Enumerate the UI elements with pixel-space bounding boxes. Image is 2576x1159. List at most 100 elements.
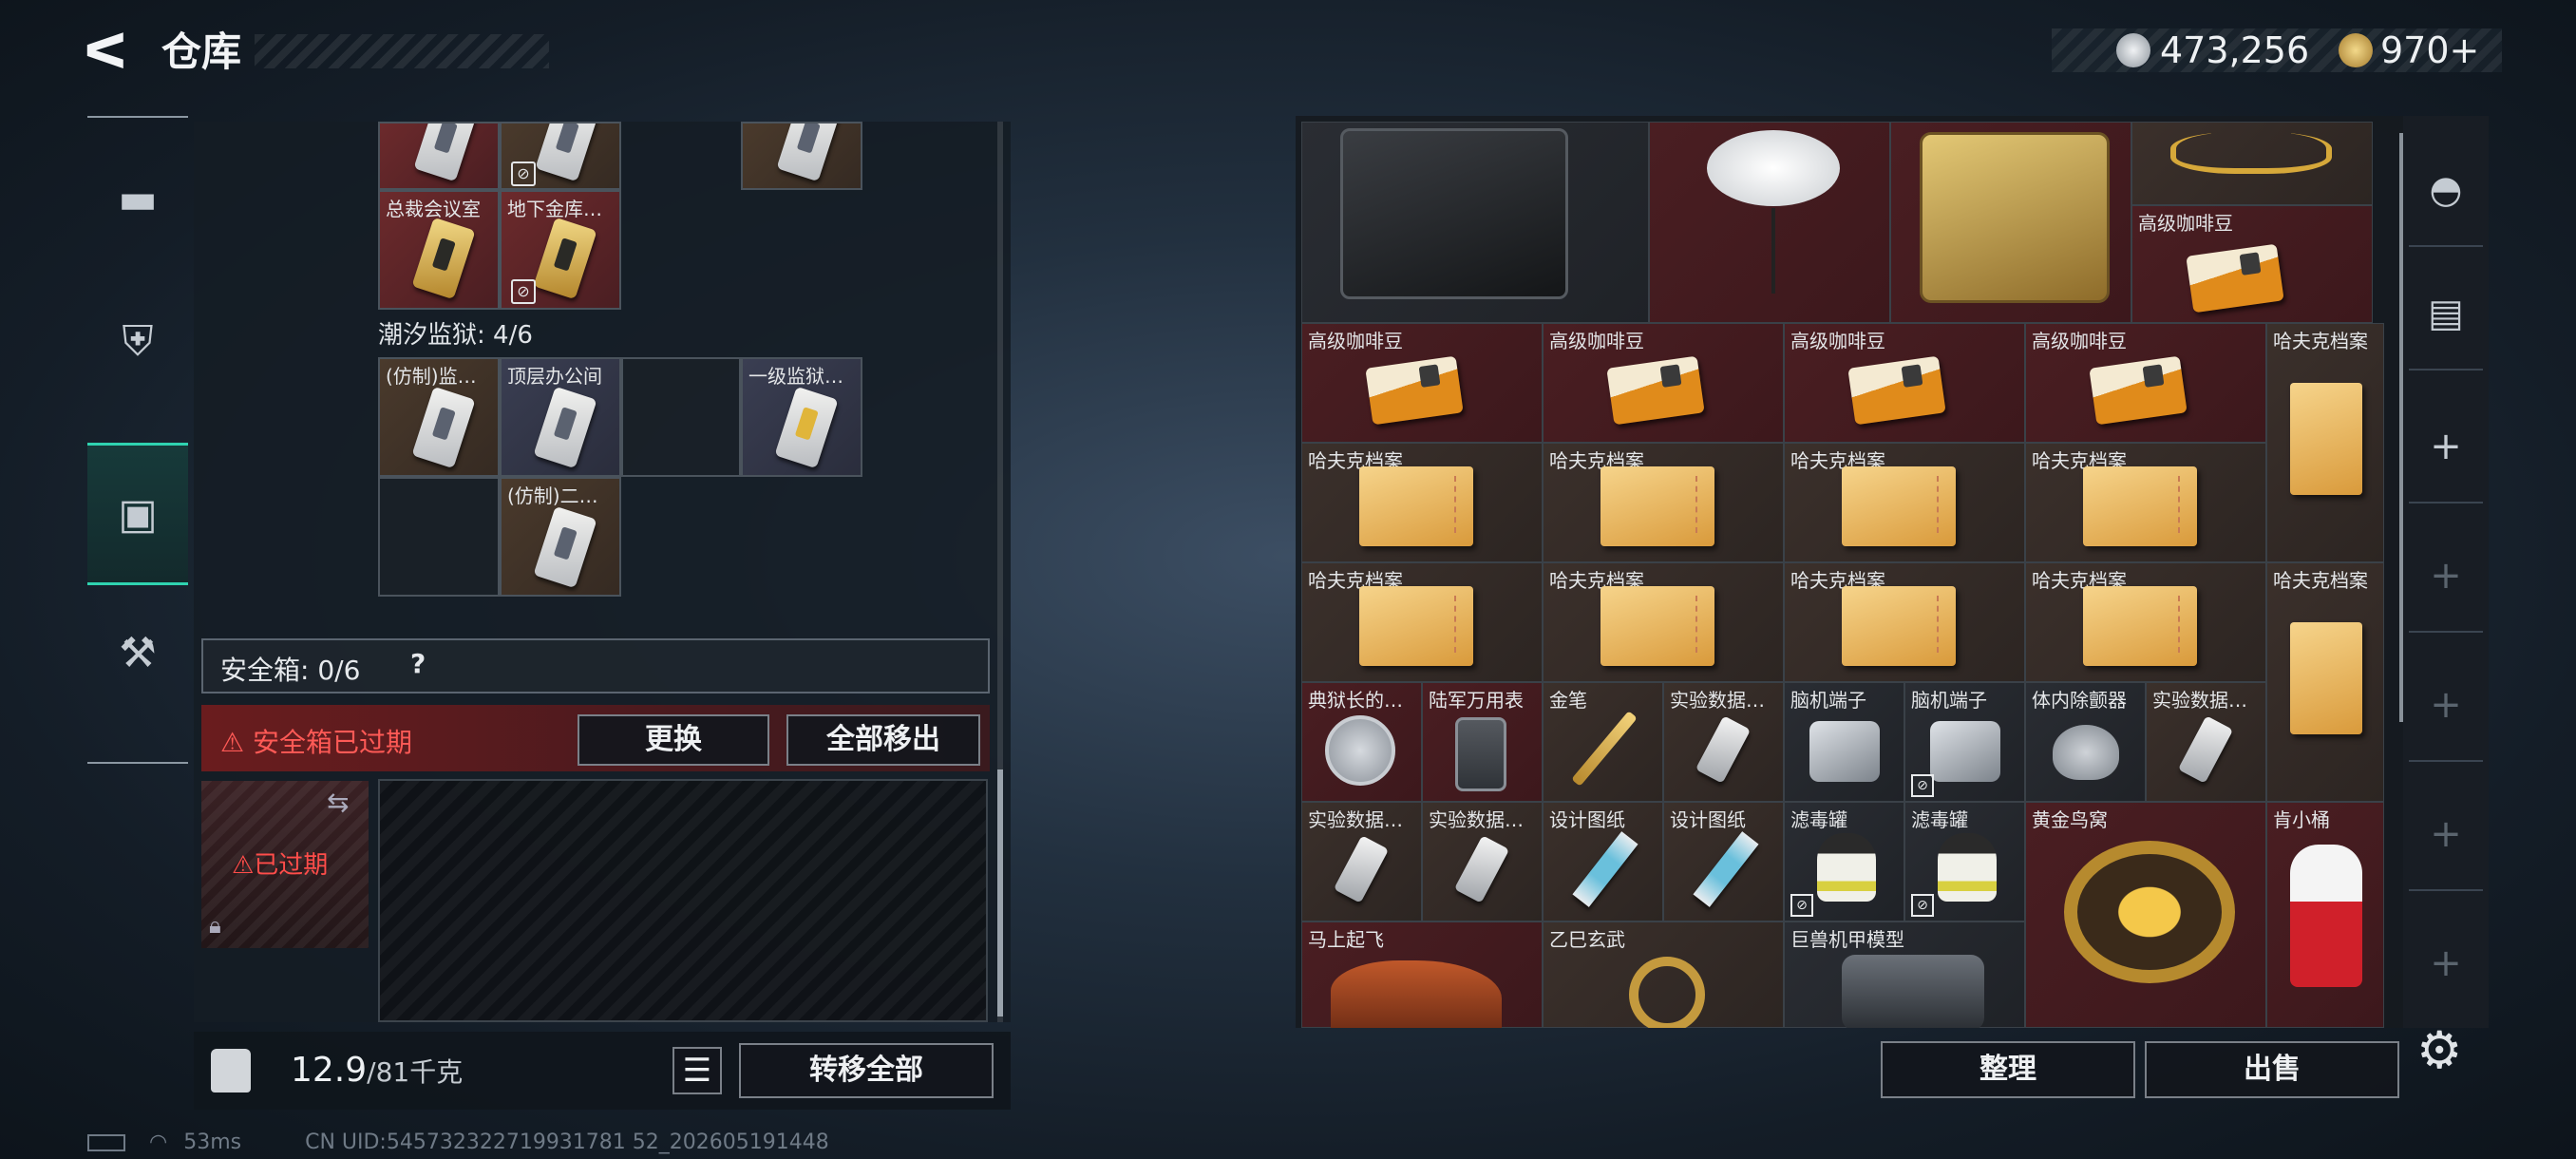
rail-item-backpack[interactable]: ▣ [87,443,188,585]
backpack-icon: ▣ [118,489,158,539]
folder-icon [1359,586,1473,666]
stash-item-coffee[interactable]: 高级咖啡豆 [1301,323,1543,443]
stash-item-file[interactable]: 哈夫克档案 [2025,562,2266,682]
item-label: 设计图纸 [1549,808,1625,831]
settings-button[interactable]: ⚙ [2416,1022,2473,1079]
stash-item-horse[interactable]: 马上起飞 [1301,922,1543,1028]
unlocked-icon: ⊘ [1911,894,1934,917]
mech-icon [1842,955,1984,1028]
keycard-slot[interactable]: 顶层办公间 [500,357,621,477]
item-label: 金笔 [1549,689,1587,712]
backpack-scrollbar-thumb[interactable] [997,770,1003,1016]
back-button[interactable]: ᐸ [84,27,135,78]
stash-item-data-drive[interactable]: 实验数据… [1301,802,1422,922]
stash-item-black-case[interactable] [1301,122,1649,323]
stash-item-data-drive[interactable]: 实验数据… [2146,682,2266,802]
coffee-bag-icon [2089,355,2188,426]
sell-button[interactable]: 出售 [2145,1041,2399,1098]
stash-item-neural-terminal[interactable]: 脑机端子 [1784,682,1904,802]
stash-item-blueprint[interactable]: 设计图纸 [1543,802,1663,922]
weight-max: /81千克 [367,1056,464,1088]
rail-item-add[interactable]: + [2409,390,2483,504]
item-label: 巨兽机甲模型 [1790,928,1904,951]
keycard-slot[interactable] [741,122,862,190]
stash-item-gold-pen[interactable]: 金笔 [1543,682,1663,802]
help-icon[interactable]: ? [410,648,426,679]
item-label: 脑机端子 [1790,689,1866,712]
rail-item-add[interactable]: + [2409,648,2483,762]
stash-item-coffee[interactable]: 高级咖啡豆 [2025,323,2266,443]
list-view-button[interactable]: ☰ [672,1047,722,1094]
rail-item-safebox[interactable]: ▤ [2409,256,2483,370]
stash-item-file[interactable]: 哈夫克档案 [2025,443,2266,562]
stash-item-data-drive[interactable]: 实验数据… [1422,802,1543,922]
stash-item-satellite[interactable] [1649,122,1890,323]
stash-item-file[interactable]: 哈夫克档案 [1301,443,1543,562]
folder-icon [1359,466,1473,546]
stash-item-coffee[interactable]: 高级咖啡豆 [1784,323,2025,443]
stash-item-gold-crown[interactable] [2131,122,2373,205]
rail-item-weapons[interactable]: ▬ [87,127,188,270]
item-label: 滤毒罐 [1911,808,1968,831]
rail-item-helmet[interactable]: ◓ [2409,133,2483,247]
rail-item-add[interactable]: + [2409,777,2483,891]
keycard-icon [533,386,597,469]
stash-item-serpent[interactable]: 乙巳玄武 [1543,922,1784,1028]
stash-item-file[interactable]: 哈夫克档案 [1543,443,1784,562]
swap-icon[interactable]: ⇆ [327,787,349,818]
left-category-rail: ▬ ⛨ ▣ ⚒ [87,116,188,764]
unlocked-icon: ⊘ [511,162,536,186]
keycard-slot[interactable]: 地下金库… ⊘ [500,190,621,310]
empty-slot[interactable] [621,357,741,477]
stash-item-filter-canister[interactable]: 滤毒罐 ⊘ [1904,802,2025,922]
stash-item-neural-terminal[interactable]: 脑机端子 ⊘ [1904,682,2025,802]
stash-item-coffee[interactable]: 高级咖啡豆 [1543,323,1784,443]
stash-item-data-drive[interactable]: 实验数据… [1663,682,1784,802]
stash-item-file[interactable]: 哈夫克档案 [1784,562,2025,682]
stash-item-mech-model[interactable]: 巨兽机甲模型 [1784,922,2025,1028]
keycard-slot[interactable] [378,122,500,190]
usb-icon [1695,715,1752,784]
rail-item-add[interactable]: + [2409,906,2483,1020]
gun-icon: ▬ [118,174,158,223]
keycard-slot[interactable]: (仿制)监… [378,357,500,477]
stash-item-coffee[interactable]: 高级咖啡豆 [2131,205,2373,323]
item-label: 肯小桶 [2273,808,2330,831]
keycard-slot[interactable]: ⊘ [500,122,621,190]
sort-button[interactable]: 整理 [1881,1041,2135,1098]
rail-item-equipment[interactable]: ⛨ [87,270,188,412]
keycard-slot[interactable]: 总裁会议室 [378,190,500,310]
weight-current: 12.9 [291,1051,368,1090]
item-label: 典狱长的… [1308,689,1403,712]
safebox-grid[interactable] [378,779,988,1022]
stash-item-file[interactable]: 哈夫克档案 [2266,562,2384,802]
usb-icon [1453,835,1510,903]
move-all-out-button[interactable]: 全部移出 [786,714,980,766]
keycard-slot[interactable]: 一级监狱… [741,357,862,477]
stash-item-golden-nest[interactable]: 黄金鸟窝 [2025,802,2266,1028]
stash-item-file[interactable]: 哈夫克档案 [1784,443,2025,562]
wifi-icon: ◠ [149,1130,168,1154]
swap-button[interactable]: 更换 [578,714,769,766]
lock-icon: 🔒︎ [209,912,221,939]
stash-item-file[interactable]: 哈夫克档案 [1543,562,1784,682]
rail-item-add[interactable]: + [2409,519,2483,633]
stash-item-multimeter[interactable]: 陆军万用表 [1422,682,1543,802]
stash-item-warden-medal[interactable]: 典狱长的… [1301,682,1422,802]
stash-item-kfc-bucket[interactable]: 肯小桶 [2266,802,2384,1028]
rail-item-toolbox[interactable]: ⚒ [87,581,188,724]
keycard-slot[interactable]: (仿制)二… [500,477,621,597]
stash-item-filter-canister[interactable]: 滤毒罐 ⊘ [1784,802,1904,922]
blueprint-icon [1693,831,1759,907]
stash-item-file[interactable]: 哈夫克档案 [1301,562,1543,682]
stash-item-gold-case[interactable] [1890,122,2131,323]
stash-item-defibrillator[interactable]: 体内除颤器 [2025,682,2146,802]
item-label: 总裁会议室 [386,198,481,220]
empty-slot[interactable] [378,477,500,597]
back-arrow-icon: ᐸ [84,24,128,81]
stash-item-blueprint[interactable]: 设计图纸 [1663,802,1784,922]
transfer-all-button[interactable]: 转移全部 [739,1043,994,1098]
stash-item-file[interactable]: 哈夫克档案 [2266,323,2384,562]
kfc-figure-icon [2290,845,2362,987]
item-label: (仿制)监… [386,365,477,388]
